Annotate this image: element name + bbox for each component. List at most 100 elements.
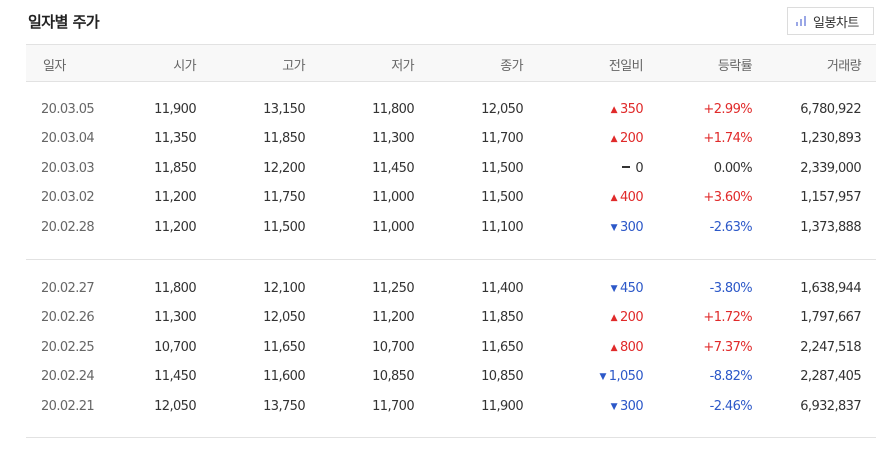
cell-change: ▲ 200 xyxy=(610,310,644,326)
cell-low: 10,850 xyxy=(372,369,414,385)
cell-high: 13,750 xyxy=(263,398,305,414)
cell-low: 11,250 xyxy=(372,281,414,296)
cell-close: 11,400 xyxy=(481,281,523,296)
cell-high: 12,200 xyxy=(263,160,305,176)
cell-close: 11,700 xyxy=(481,131,523,147)
up-arrow-icon: ▲ xyxy=(610,342,618,353)
cell-volume: 1,797,667 xyxy=(800,310,861,326)
cell-date: 20.03.04 xyxy=(41,131,95,147)
up-arrow-icon: ▲ xyxy=(610,193,618,204)
cell-close: 10,850 xyxy=(481,369,523,385)
change-value: 400 xyxy=(619,190,644,206)
cell-date: 20.02.26 xyxy=(41,310,95,326)
cell-close: 11,850 xyxy=(481,310,523,326)
cell-open: 11,850 xyxy=(154,160,196,176)
cell-open: 11,350 xyxy=(154,131,196,147)
cell-open: 11,900 xyxy=(154,102,196,117)
cell-high: 11,750 xyxy=(263,190,305,206)
cell-close: 11,650 xyxy=(481,339,523,355)
cell-change: ▼ 300 xyxy=(611,399,644,414)
cell-change: ▼ 300 xyxy=(610,219,644,235)
down-arrow-icon: ▼ xyxy=(610,284,618,294)
header-low: 저가 xyxy=(391,59,414,74)
table-header: 일자 시가 고가 저가 종가 전일비 등락률 거래량 xyxy=(26,44,876,82)
cell-rate: -3.80% xyxy=(709,281,753,296)
cell-rate: +1.74% xyxy=(703,131,752,147)
cell-high: 12,050 xyxy=(263,310,305,326)
table-row: 20.03.03 11,850 12,200 11,450 11,500 0.00% 2,3… xyxy=(26,156,876,185)
table-row: 20.03.02 11,200 11,750 11,000 11,500 +3.60% 1,… xyxy=(26,185,876,214)
table-row: 20.02.25 10,700 11,650 10,700 11,650 +7.37% 2,… xyxy=(26,335,876,364)
change-value: 1,050 xyxy=(608,369,644,385)
header-rate: 등락률 xyxy=(717,59,753,74)
no-change-icon xyxy=(622,165,631,168)
cell-volume: 1,157,957 xyxy=(800,190,861,206)
cell-change: ▲ 800 xyxy=(610,339,644,355)
cell-high: 11,850 xyxy=(263,131,305,147)
header-open: 시가 xyxy=(173,59,196,74)
cell-date: 20.03.02 xyxy=(41,190,95,206)
bar-chart-icon xyxy=(796,16,806,26)
cell-date: 20.02.21 xyxy=(41,398,95,414)
cell-rate: +1.72% xyxy=(703,310,752,326)
cell-close: 11,500 xyxy=(481,160,523,176)
cell-date: 20.02.28 xyxy=(41,219,95,235)
cell-low: 11,000 xyxy=(372,219,414,235)
cell-high: 13,150 xyxy=(263,102,305,117)
header-date: 일자 xyxy=(43,59,66,74)
cell-change: 0 xyxy=(622,160,644,176)
cell-date: 20.02.27 xyxy=(41,281,95,296)
table-row: 20.03.04 11,350 11,850 11,300 11,700 +1.74% 1,… xyxy=(26,126,876,155)
change-value: 200 xyxy=(619,131,644,147)
down-arrow-icon: ▼ xyxy=(610,222,618,233)
cell-open: 11,450 xyxy=(154,369,196,385)
cell-rate: 0.00% xyxy=(713,160,753,176)
cell-low: 11,300 xyxy=(372,131,414,147)
cell-open: 11,300 xyxy=(154,310,196,326)
daily-chart-button[interactable]: 일봉차트 xyxy=(787,7,874,35)
cell-volume: 2,287,405 xyxy=(800,369,861,385)
header-high: 고가 xyxy=(282,59,305,74)
cell-close: 12,050 xyxy=(481,102,523,117)
cell-low: 11,800 xyxy=(372,102,414,117)
cell-low: 11,450 xyxy=(372,160,414,176)
cell-low: 10,700 xyxy=(372,339,414,355)
table-row: 20.02.24 11,450 11,600 10,850 10,850 -8.82% 2,… xyxy=(26,364,876,393)
cell-volume: 6,780,922 xyxy=(800,102,861,117)
change-value: 450 xyxy=(619,281,644,296)
cell-rate: +7.37% xyxy=(703,339,752,355)
cell-low: 11,000 xyxy=(372,190,414,206)
group-divider xyxy=(26,259,876,260)
table-row: 20.02.27 11,800 12,100 11,250 11,400 -3.80% 1,… xyxy=(26,276,876,305)
header-close: 종가 xyxy=(500,59,523,74)
cell-high: 11,600 xyxy=(263,369,305,385)
change-value: 0 xyxy=(635,160,643,176)
cell-date: 20.02.24 xyxy=(41,369,95,385)
cell-date: 20.03.05 xyxy=(41,102,95,117)
cell-change: ▼ 450 xyxy=(610,281,644,296)
up-arrow-icon: ▲ xyxy=(610,105,618,115)
cell-low: 11,200 xyxy=(372,310,414,326)
cell-rate: -2.46% xyxy=(709,398,753,414)
table-row: 20.02.21 12,050 13,750 11,700 11,900 -2.46% 6,… xyxy=(26,394,876,423)
cell-volume: 1,230,893 xyxy=(800,131,861,147)
change-value: 200 xyxy=(619,310,644,326)
cell-rate: +3.60% xyxy=(703,190,752,206)
change-value: 300 xyxy=(619,219,644,235)
up-arrow-icon: ▲ xyxy=(610,134,618,145)
cell-volume: 1,638,944 xyxy=(800,281,861,296)
down-arrow-icon: ▼ xyxy=(599,372,606,383)
cell-open: 11,200 xyxy=(154,190,196,206)
cell-change: ▼ 1,050 xyxy=(599,369,643,384)
cell-change: ▲ 200 xyxy=(610,131,644,147)
header-change: 전일비 xyxy=(608,59,644,74)
up-arrow-icon: ▲ xyxy=(610,313,618,324)
change-value: 800 xyxy=(619,339,644,355)
cell-high: 11,500 xyxy=(263,219,305,235)
cell-high: 12,100 xyxy=(263,281,305,296)
cell-open: 11,800 xyxy=(154,281,196,296)
cell-volume: 1,373,888 xyxy=(800,219,861,235)
header-volume: 거래량 xyxy=(826,59,862,74)
cell-open: 12,050 xyxy=(154,398,196,414)
cell-rate: -8.82% xyxy=(709,369,753,385)
